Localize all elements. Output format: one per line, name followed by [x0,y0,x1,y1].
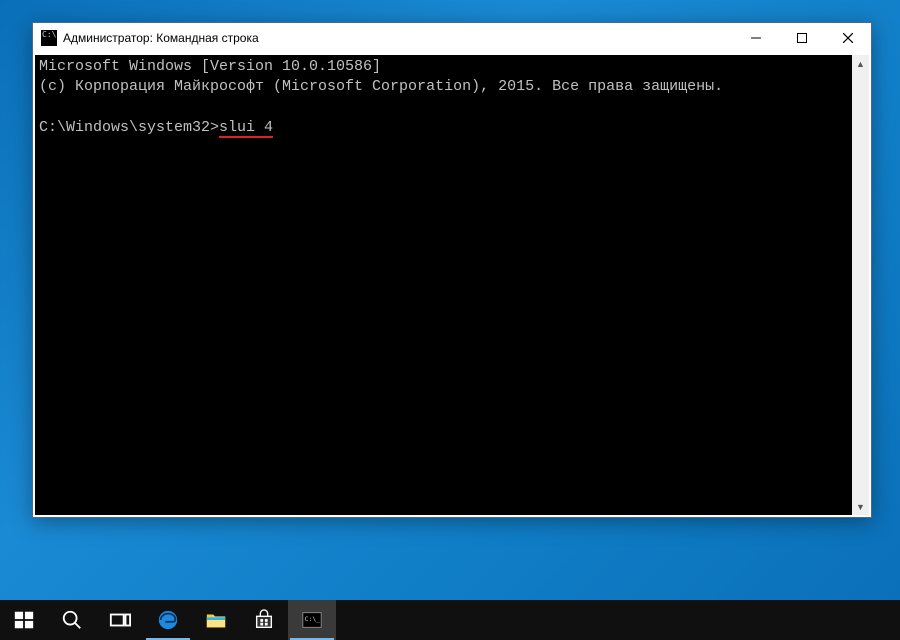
console-blank [39,98,848,118]
vertical-scrollbar[interactable]: ▲ ▼ [852,55,869,515]
console-line: Microsoft Windows [Version 10.0.10586] [39,57,848,77]
scroll-down-button[interactable]: ▼ [852,498,869,515]
store-icon [253,609,275,631]
cmd-taskbar-icon: C:\_ [301,609,323,631]
window-title: Администратор: Командная строка [63,31,259,45]
search-button[interactable] [48,600,96,640]
taskbar-app-cmd[interactable]: C:\_ [288,600,336,640]
console-output[interactable]: Microsoft Windows [Version 10.0.10586](c… [35,55,852,515]
taskbar-app-store[interactable] [240,600,288,640]
titlebar[interactable]: Администратор: Командная строка [33,23,871,53]
cmd-window: Администратор: Командная строка Microsof… [32,22,872,518]
windows-logo-icon [13,609,35,631]
close-icon [843,33,853,43]
minimize-icon [751,33,761,43]
window-controls [733,23,871,53]
file-explorer-icon [205,609,227,631]
taskbar-app-edge[interactable] [144,600,192,640]
taskbar-app-explorer[interactable] [192,600,240,640]
minimize-button[interactable] [733,23,779,53]
task-view-button[interactable] [96,600,144,640]
svg-text:C:\_: C:\_ [305,615,321,623]
scroll-up-button[interactable]: ▲ [852,55,869,72]
maximize-icon [797,33,807,43]
search-icon [61,609,83,631]
start-button[interactable] [0,600,48,640]
console-area: Microsoft Windows [Version 10.0.10586](c… [35,55,869,515]
taskbar: C:\_ [0,600,900,640]
desktop[interactable]: Администратор: Командная строка Microsof… [0,0,900,640]
console-prompt-line: C:\Windows\system32>slui 4 [39,118,848,138]
console-command: slui 4 [219,119,273,138]
cmd-icon [41,30,57,46]
edge-icon [157,609,179,631]
task-view-icon [109,609,131,631]
maximize-button[interactable] [779,23,825,53]
console-line: (c) Корпорация Майкрософт (Microsoft Cor… [39,77,848,97]
close-button[interactable] [825,23,871,53]
console-prompt: C:\Windows\system32> [39,119,219,136]
